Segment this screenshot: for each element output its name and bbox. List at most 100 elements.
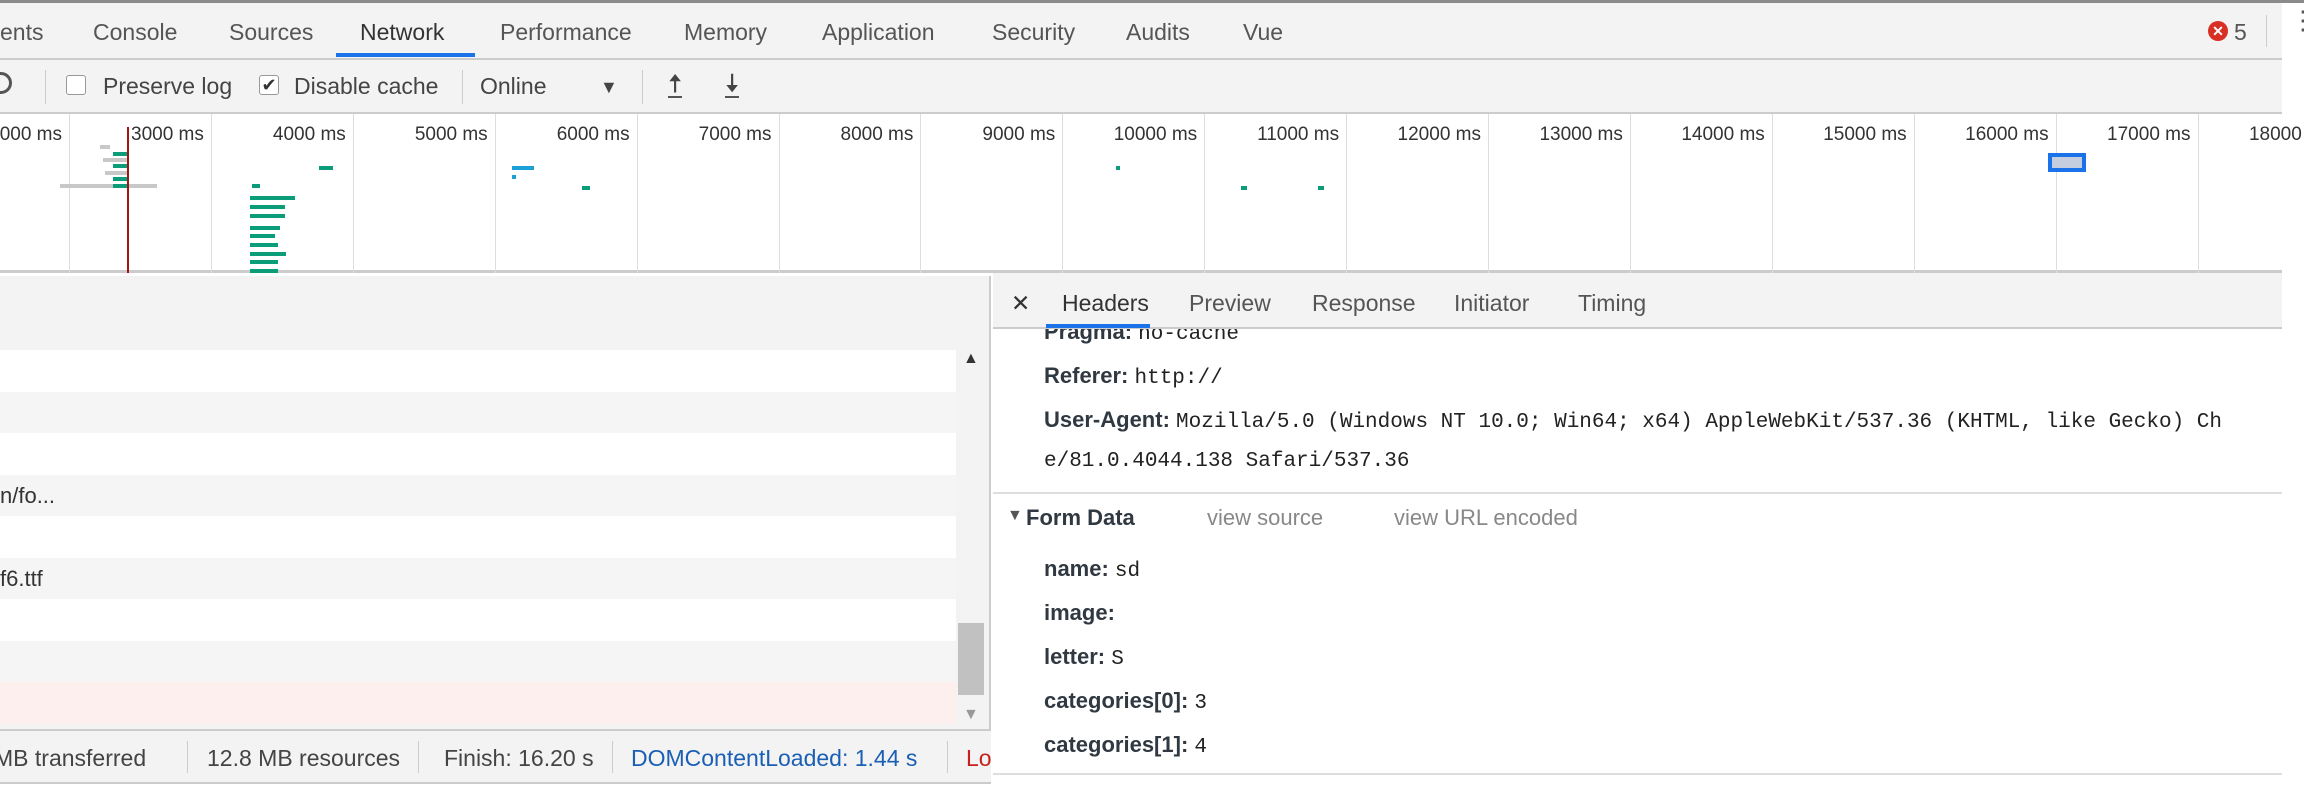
tab-performance[interactable]: Performance (500, 19, 632, 46)
scroll-up-arrow-icon[interactable]: ▲ (963, 350, 979, 368)
request-waterfall-bar (100, 145, 110, 149)
timeline-gridline (1771, 114, 1773, 273)
form-field: image: (1044, 600, 1115, 625)
request-row[interactable] (0, 640, 956, 683)
tab-application[interactable]: Application (822, 19, 935, 46)
tab-memory[interactable]: Memory (684, 19, 767, 46)
timeline-tick-label: 12000 ms (1397, 124, 1481, 145)
header-name: Pragma: (1044, 329, 1133, 344)
request-row[interactable] (0, 516, 956, 558)
active-tab-indicator (336, 53, 475, 57)
collapse-triangle-icon[interactable]: ▼ (1007, 507, 1023, 525)
throttling-select[interactable]: Online (480, 73, 546, 100)
request-waterfall-bar (250, 252, 286, 256)
timeline-tick-label: 10000 ms (1113, 124, 1198, 145)
request-list-scrollbar[interactable]: ▲ ▼ (956, 350, 986, 728)
tab-elements[interactable]: ents (0, 19, 43, 46)
tab-timing[interactable]: Timing (1578, 290, 1646, 317)
close-details-icon[interactable]: ✕ (1011, 290, 1030, 317)
disable-cache-label[interactable]: Disable cache (294, 73, 438, 100)
view-source-link[interactable]: view source (1207, 505, 1323, 531)
request-waterfall-bar (250, 226, 280, 230)
resources-size: 12.8 MB resources (207, 745, 401, 771)
scrollbar-thumb[interactable] (958, 623, 984, 695)
tab-preview[interactable]: Preview (1189, 290, 1271, 317)
request-row[interactable] (0, 433, 956, 475)
timeline-tick-label: 14000 ms (1681, 124, 1765, 145)
timeline-tick-label: 13000 ms (1539, 124, 1623, 145)
timeline-tick-label: 9000 ms (982, 124, 1056, 145)
header-pragma: Pragma: no-cache (1044, 329, 1239, 346)
tab-response[interactable]: Response (1312, 290, 1416, 317)
network-overview-timeline[interactable]: 2000 ms 3000 ms 4000 ms 5000 ms 6000 ms 7000 … (0, 114, 2304, 298)
transferred-size: MB transferred (0, 745, 147, 771)
tab-vue[interactable]: Vue (1243, 19, 1283, 46)
header-referer: Referer: http:// (1044, 363, 1223, 390)
timeline-gridline (69, 114, 70, 273)
timeline-tick-label: 2000 ms (0, 124, 62, 145)
timeline-tick-label: 5000 ms (414, 124, 488, 145)
timeline-gridline (2055, 114, 2057, 273)
timeline-tick-label: 4000 ms (272, 124, 346, 145)
divider (947, 741, 948, 773)
divider (418, 741, 419, 773)
section-divider (993, 773, 2282, 775)
tab-security[interactable]: Security (992, 19, 1075, 46)
request-waterfall-bar (60, 184, 157, 188)
tab-sources[interactable]: Sources (229, 19, 313, 46)
more-options-kebab-icon[interactable]: ⋮ (2290, 7, 2304, 33)
request-row[interactable]: n/fo... (0, 474, 956, 517)
disable-cache-checkbox[interactable]: ✔ (259, 75, 279, 95)
devtools-tab-bar: ents Console Sources Network Performance… (0, 3, 2304, 60)
header-name: Referer: (1044, 363, 1129, 388)
request-waterfall-bar (113, 177, 127, 181)
header-value: Mozilla/5.0 (Windows NT 10.0; Win64; x64… (1176, 411, 2223, 434)
header-user-agent-continued: e/81.0.4044.138 Safari/537.36 (1044, 450, 1410, 473)
request-row[interactable] (0, 350, 956, 392)
view-url-encoded-link[interactable]: view URL encoded (1394, 505, 1578, 531)
selected-request-marker[interactable] (2048, 153, 2086, 172)
export-har-download-icon[interactable]: 🠇 (725, 70, 740, 98)
request-waterfall-bar (113, 152, 127, 156)
network-summary-bar: MB transferred 12.8 MB resources Finish:… (0, 729, 991, 784)
dropdown-arrow-icon[interactable]: ▼ (600, 77, 618, 98)
timeline-tick-label: 8000 ms (840, 124, 914, 145)
request-waterfall-bar (250, 234, 275, 238)
tab-network[interactable]: Network (360, 19, 444, 46)
import-har-upload-icon[interactable]: 🠅 (668, 70, 683, 98)
request-waterfall-bar (512, 166, 534, 170)
timeline-gridline (210, 114, 212, 273)
request-row[interactable] (0, 599, 956, 641)
header-user-agent: User-Agent: Mozilla/5.0 (Windows NT 10.0… (1044, 407, 2222, 434)
tab-console[interactable]: Console (93, 19, 177, 46)
tab-initiator[interactable]: Initiator (1454, 290, 1529, 317)
tab-headers[interactable]: Headers (1062, 290, 1149, 317)
request-waterfall-bar (250, 260, 278, 264)
search-icon[interactable] (0, 72, 12, 94)
form-field: name: sd (1044, 556, 1141, 583)
timeline-gridline (1913, 114, 1915, 273)
header-value: http:// (1134, 367, 1223, 390)
request-list-pane: n/fo... f6.ttf ▲ ▼ (0, 276, 991, 729)
tab-audits[interactable]: Audits (1126, 19, 1190, 46)
form-field: letter: S (1044, 644, 1124, 671)
error-count[interactable]: 5 (2234, 19, 2247, 46)
error-icon[interactable]: ✕ (2208, 21, 2228, 41)
request-waterfall-bar (250, 243, 278, 247)
active-tab-indicator (1046, 324, 1150, 328)
header-name: User-Agent: (1044, 407, 1170, 432)
finish-time: Finish: 16.20 s (444, 745, 594, 771)
request-waterfall-bar (512, 175, 516, 179)
divider (612, 741, 613, 773)
preserve-log-checkbox[interactable] (66, 75, 86, 95)
request-row[interactable] (0, 391, 956, 434)
timeline-gridline (636, 114, 638, 273)
request-row[interactable] (0, 682, 956, 724)
request-waterfall-bar (582, 186, 590, 190)
form-data-title[interactable]: Form Data (1026, 505, 1135, 531)
divider (45, 70, 46, 104)
preserve-log-label[interactable]: Preserve log (103, 73, 232, 100)
scroll-down-arrow-icon[interactable]: ▼ (963, 706, 979, 724)
request-row[interactable]: f6.ttf (0, 557, 956, 600)
request-waterfall-bar (250, 205, 285, 209)
